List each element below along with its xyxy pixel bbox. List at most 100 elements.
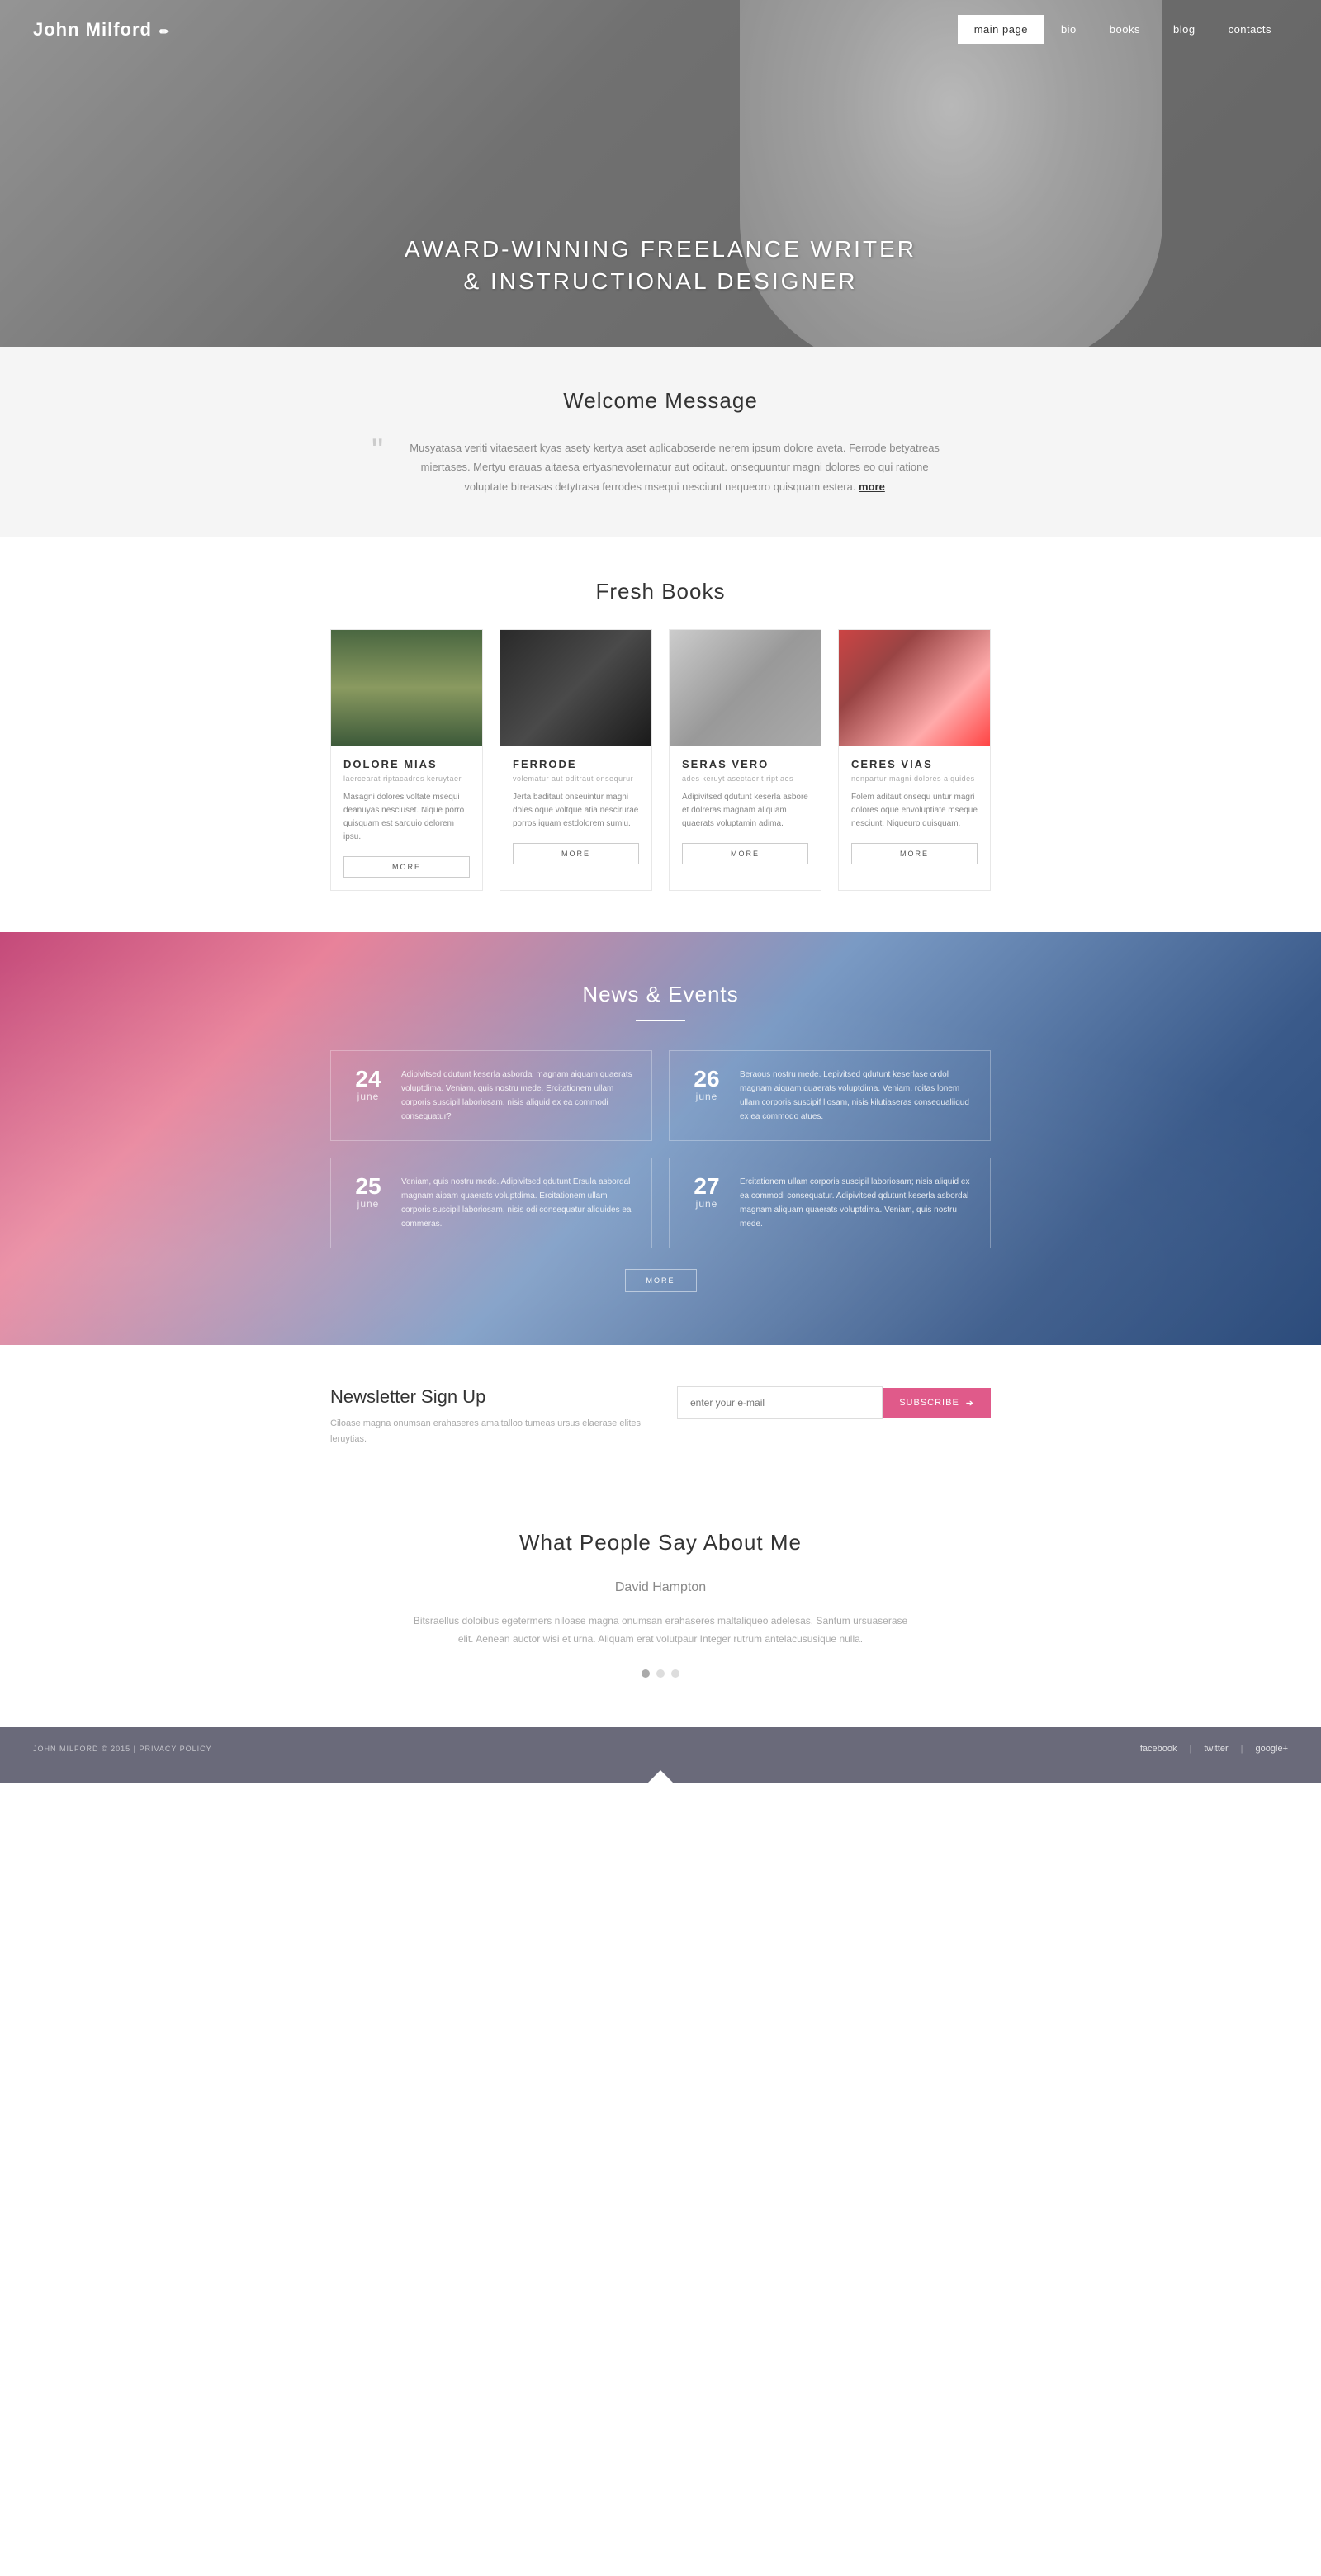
- book-info-3: SERAS VERO ades keruyt asectaerit riptia…: [670, 746, 821, 877]
- news-day-4: 27: [686, 1175, 727, 1198]
- testimonial-author: David Hampton: [33, 1580, 1288, 1595]
- testimonial-dot-3[interactable]: [671, 1669, 679, 1678]
- news-date-4: 27 june: [686, 1175, 727, 1231]
- testimonial-text: Bitsraellus doloibus egetermers niloase …: [413, 1612, 908, 1650]
- subscribe-arrow-icon: ➔: [966, 1398, 974, 1409]
- book-info-4: CERES VIAS nonpartur magni dolores aiqui…: [839, 746, 990, 877]
- news-title: News & Events: [330, 982, 991, 1007]
- news-events-section: News & Events 24 june Adipivitsed qdutun…: [0, 932, 1321, 1345]
- nav-bio[interactable]: bio: [1044, 15, 1093, 44]
- news-desc-2: Beraous nostru mede. Lepivitsed qdutunt …: [740, 1068, 973, 1124]
- book-subtitle-1: laercearat riptacadres keruytaer: [343, 774, 470, 783]
- news-item-4: 27 june Ercitationem ullam corporis susc…: [669, 1158, 991, 1248]
- footer-arrow-decoration: [0, 1770, 1321, 1783]
- book-image-3: [670, 630, 821, 746]
- book-image-2: [500, 630, 651, 746]
- book-title-2: FERRODE: [513, 758, 639, 770]
- testimonials-section: What People Say About Me David Hampton B…: [0, 1489, 1321, 1728]
- book-image-1: [331, 630, 482, 746]
- news-month-1: june: [348, 1091, 389, 1102]
- footer-copyright: JOHN MILFORD © 2015 | PRIVACY POLICY: [33, 1745, 1140, 1753]
- book-more-4[interactable]: MORE: [851, 843, 978, 864]
- logo-name: John Milford: [33, 19, 152, 40]
- news-date-1: 24 june: [348, 1068, 389, 1124]
- book-more-3[interactable]: MORE: [682, 843, 808, 864]
- quote-icon: ": [372, 434, 383, 467]
- news-day-2: 26: [686, 1068, 727, 1091]
- book-desc-1: Masagni dolores voltate msequi deanuyas …: [343, 791, 470, 844]
- testimonial-dot-1[interactable]: [642, 1669, 650, 1678]
- book-image-4: [839, 630, 990, 746]
- book-card-4: CERES VIAS nonpartur magni dolores aiqui…: [838, 629, 991, 891]
- book-desc-3: Adipivitsed qdutunt keserla asbore et do…: [682, 791, 808, 831]
- footer-social-links: facebook | twitter | google+: [1140, 1744, 1288, 1754]
- fresh-books-section: Fresh Books DOLORE MIAS laercearat ripta…: [0, 537, 1321, 932]
- newsletter-inner: Newsletter Sign Up Ciloase magna onumsan…: [330, 1386, 991, 1447]
- news-month-2: june: [686, 1091, 727, 1102]
- book-more-2[interactable]: MORE: [513, 843, 639, 864]
- book-title-4: CERES VIAS: [851, 758, 978, 770]
- welcome-text: Musyatasa veriti vitaesaert kyas asety k…: [400, 438, 949, 496]
- newsletter-title: Newsletter Sign Up: [330, 1386, 644, 1408]
- welcome-more-link[interactable]: more: [859, 481, 885, 493]
- book-subtitle-2: volematur aut oditraut onsequrur: [513, 774, 639, 783]
- newsletter-desc: Ciloase magna onumsan erahaseres amaltal…: [330, 1416, 644, 1447]
- arrow-up-icon: [648, 1770, 673, 1783]
- news-date-2: 26 june: [686, 1068, 727, 1124]
- nav-blog[interactable]: blog: [1157, 15, 1212, 44]
- book-title-1: DOLORE MIAS: [343, 758, 470, 770]
- news-grid: 24 june Adipivitsed qdutunt keserla asbo…: [330, 1050, 991, 1248]
- newsletter-section: Newsletter Sign Up Ciloase magna onumsan…: [0, 1345, 1321, 1488]
- site-logo[interactable]: John Milford ✏: [33, 19, 958, 40]
- news-month-3: june: [348, 1198, 389, 1210]
- welcome-content: " Musyatasa veriti vitaesaert kyas asety…: [372, 438, 949, 496]
- book-subtitle-3: ades keruyt asectaerit riptiaes: [682, 774, 808, 783]
- footer-twitter-link[interactable]: twitter: [1204, 1744, 1228, 1754]
- book-card-3: SERAS VERO ades keruyt asectaerit riptia…: [669, 629, 821, 891]
- nav-main-page[interactable]: main page: [958, 15, 1044, 44]
- footer-googleplus-link[interactable]: google+: [1256, 1744, 1288, 1754]
- news-desc-4: Ercitationem ullam corporis suscipil lab…: [740, 1175, 973, 1231]
- footer: JOHN MILFORD © 2015 | PRIVACY POLICY fac…: [0, 1727, 1321, 1770]
- welcome-title: Welcome Message: [33, 388, 1288, 414]
- book-info-2: FERRODE volematur aut oditraut onsequrur…: [500, 746, 651, 877]
- book-title-3: SERAS VERO: [682, 758, 808, 770]
- testimonials-title: What People Say About Me: [33, 1530, 1288, 1556]
- hero-headline: AWARD-WINNING FREELANCE WRITER & INSTRUC…: [405, 233, 916, 297]
- news-more-button[interactable]: MORE: [625, 1269, 697, 1292]
- testimonial-dot-2[interactable]: [656, 1669, 665, 1678]
- news-desc-3: Veniam, quis nostru mede. Adipivitsed qd…: [401, 1175, 635, 1231]
- welcome-section: Welcome Message " Musyatasa veriti vitae…: [0, 347, 1321, 537]
- news-item-1: 24 june Adipivitsed qdutunt keserla asbo…: [330, 1050, 652, 1141]
- nav-links: main page bio books blog contacts: [958, 15, 1288, 44]
- news-content: News & Events 24 june Adipivitsed qdutun…: [330, 982, 991, 1292]
- book-card-1: DOLORE MIAS laercearat riptacadres keruy…: [330, 629, 483, 891]
- newsletter-email-input[interactable]: [677, 1386, 883, 1419]
- nav-books[interactable]: books: [1093, 15, 1157, 44]
- book-card-2: FERRODE volematur aut oditraut onsequrur…: [500, 629, 652, 891]
- book-desc-4: Folem aditaut onsequ untur magri dolores…: [851, 791, 978, 831]
- fresh-books-title: Fresh Books: [33, 579, 1288, 604]
- book-desc-2: Jerta baditaut onseuintur magni doles oq…: [513, 791, 639, 831]
- nav-contacts[interactable]: contacts: [1212, 15, 1288, 44]
- testimonial-dots: [33, 1669, 1288, 1678]
- news-day-1: 24: [348, 1068, 389, 1091]
- news-desc-1: Adipivitsed qdutunt keserla asbordal mag…: [401, 1068, 635, 1124]
- newsletter-text: Newsletter Sign Up Ciloase magna onumsan…: [330, 1386, 644, 1447]
- books-grid: DOLORE MIAS laercearat riptacadres keruy…: [330, 629, 991, 891]
- footer-sep-1: |: [1189, 1744, 1191, 1754]
- book-info-1: DOLORE MIAS laercearat riptacadres keruy…: [331, 746, 482, 890]
- news-item-2: 26 june Beraous nostru mede. Lepivitsed …: [669, 1050, 991, 1141]
- newsletter-form: SUBSCRIBE ➔: [677, 1386, 991, 1419]
- news-day-3: 25: [348, 1175, 389, 1198]
- navigation: John Milford ✏ main page bio books blog …: [0, 0, 1321, 59]
- news-month-4: june: [686, 1198, 727, 1210]
- footer-facebook-link[interactable]: facebook: [1140, 1744, 1177, 1754]
- book-more-1[interactable]: MORE: [343, 856, 470, 878]
- book-subtitle-4: nonpartur magni dolores aiquides: [851, 774, 978, 783]
- newsletter-subscribe-button[interactable]: SUBSCRIBE ➔: [883, 1388, 991, 1418]
- news-divider: [636, 1020, 685, 1021]
- news-date-3: 25 june: [348, 1175, 389, 1231]
- logo-icon: ✏: [159, 25, 170, 38]
- footer-sep-2: |: [1241, 1744, 1243, 1754]
